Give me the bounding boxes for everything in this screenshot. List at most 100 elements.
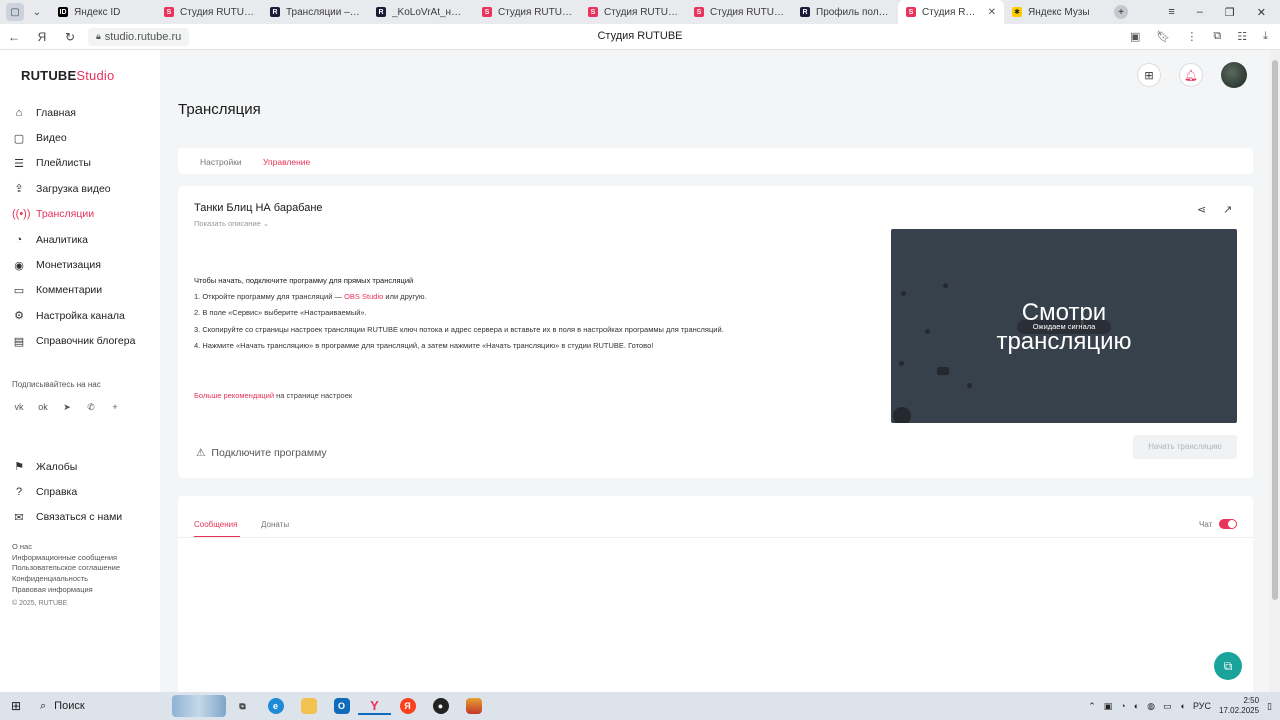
search-highlight-image[interactable] <box>172 695 226 717</box>
bookmark-icon[interactable]: 🔖︎ <box>1156 30 1170 43</box>
extensions-icon[interactable]: ⧉ <box>1213 30 1221 43</box>
show-description-toggle[interactable]: Показать описание ⌄ <box>194 219 269 228</box>
more-icon[interactable]: ⋮ <box>1186 30 1197 43</box>
ok-icon[interactable]: ok <box>36 400 50 414</box>
minimize-icon[interactable]: – <box>1197 6 1203 19</box>
flag-icon: ⚑ <box>14 461 24 474</box>
edge-icon[interactable]: e <box>259 698 292 714</box>
task-view-icon[interactable]: ⧉ <box>226 698 259 714</box>
restore-icon[interactable]: ❐ <box>1225 6 1235 19</box>
tray-app-icon[interactable]: ◔ <box>1120 701 1125 711</box>
clock[interactable]: 2:50 17.02.2025 <box>1219 696 1259 716</box>
browser-tab[interactable]: S Студия RUTUBE <box>686 0 792 24</box>
instruction-step-2: 2. В поле «Сервис» выберите «Настраиваем… <box>194 308 367 318</box>
tray-app-icon[interactable]: ▣ <box>1104 701 1113 712</box>
browser-tab[interactable]: ✱ Яндекс Музы <box>1004 0 1110 24</box>
game-icon[interactable] <box>457 698 490 714</box>
scrollbar-thumb[interactable] <box>1272 60 1278 600</box>
sidebar-item-help[interactable]: ? Справка <box>12 479 122 504</box>
close-tab-icon[interactable]: ✕ <box>988 7 996 18</box>
add-video-button[interactable]: ⊞ <box>1137 63 1161 87</box>
browser-tab[interactable]: R Трансляции – смо <box>262 0 368 24</box>
browser-tab[interactable]: S Студия RUTUBE <box>156 0 262 24</box>
tray-app-icon[interactable]: ◐ <box>1134 701 1139 711</box>
sidebar-item-flag[interactable]: ⚑ Жалобы <box>12 454 122 479</box>
viber-icon[interactable]: ✆ <box>84 400 98 414</box>
file-explorer-icon[interactable] <box>292 698 325 714</box>
download-icon[interactable]: ⤓ <box>1263 30 1268 43</box>
yandex-home-icon[interactable]: Я <box>28 30 56 44</box>
volume-icon[interactable]: ◖ <box>1180 701 1185 711</box>
avatar[interactable] <box>1221 62 1247 88</box>
notifications-button[interactable]: 🔔︎ <box>1179 63 1203 87</box>
footer-link[interactable]: Правовая информация <box>12 585 120 596</box>
sidebar-item-upload[interactable]: ⇪ Загрузка видео <box>12 176 135 201</box>
collections-icon[interactable]: ☷ <box>1237 30 1247 43</box>
tab-management[interactable]: Управление <box>263 157 310 167</box>
browser-tab[interactable]: R Профиль пользова <box>792 0 898 24</box>
yandex-icon[interactable]: Я <box>391 698 424 714</box>
windows-start-icon[interactable]: ⊞ <box>0 699 32 713</box>
more-recommendations-link[interactable]: Больше рекомендаций <box>194 391 274 400</box>
sidebar-item-comments[interactable]: ▭ Комментарии <box>12 278 135 303</box>
reload-icon[interactable]: ↻ <box>56 30 84 44</box>
footer-link[interactable]: Информационные сообщения <box>12 553 120 564</box>
rutube-studio-logo[interactable]: RUTUBEStudio <box>21 68 114 83</box>
telegram-icon[interactable]: ➤ <box>60 400 74 414</box>
browser-tab[interactable]: S Студия RUTUBE ✕ <box>898 0 1004 24</box>
page-scrollbar[interactable] <box>1270 50 1280 692</box>
sidebar-item-analytics[interactable]: ◔ Аналитика <box>12 227 135 252</box>
sidebar-item-playlist[interactable]: ☰ Плейлисты <box>12 151 135 176</box>
obs-icon[interactable]: ● <box>424 698 457 714</box>
open-external-icon[interactable]: ↗ <box>1223 203 1232 216</box>
obs-studio-link[interactable]: OBS Studio <box>344 292 383 301</box>
tab-list-icon[interactable]: ⌄ <box>28 3 46 21</box>
sidebar-item-monetization[interactable]: ◉ Монетизация <box>12 252 135 277</box>
footer-link[interactable]: Конфиденциальность <box>12 574 120 585</box>
chat-toggle[interactable] <box>1219 519 1237 529</box>
stream-preview-player[interactable]: Смотри трансляцию Ожидаем сигнала <box>891 229 1237 423</box>
start-stream-button[interactable]: Начать трансляцию <box>1133 435 1237 459</box>
yandex-browser-icon[interactable]: Y <box>358 697 391 715</box>
support-chat-button[interactable]: ⧉ <box>1214 652 1242 680</box>
browser-tab[interactable]: S Студия RUTUBE <box>474 0 580 24</box>
url-text: studio.rutube.ru <box>104 30 182 43</box>
browser-tab[interactable]: S Студия RUTUBE <box>580 0 686 24</box>
tab-messages[interactable]: Сообщения <box>194 520 237 529</box>
reader-icon[interactable]: ▣ <box>1130 30 1140 43</box>
sidebar-item-guide[interactable]: ▤ Справочник блогера <box>12 329 136 354</box>
tab-donations[interactable]: Донаты <box>261 520 289 529</box>
sidebar-item-broadcast[interactable]: ((•)) Трансляции <box>12 202 135 227</box>
instructions-heading: Чтобы начать, подключите программу для п… <box>194 276 414 285</box>
browser-tab-label: Студия RUTUBE <box>604 6 678 18</box>
outlook-icon[interactable]: O <box>325 698 358 714</box>
browser-tab-label: Трансляции – смо <box>286 6 360 18</box>
url-field[interactable]: 🔒︎ studio.rutube.ru <box>88 27 190 46</box>
network-icon[interactable]: ▭ <box>1163 701 1172 712</box>
sidebar-item-settings[interactable]: ⚙ Настройка канала <box>12 303 135 328</box>
tab-settings[interactable]: Настройки <box>200 157 242 167</box>
taskbar-search[interactable]: ⌕ Поиск <box>32 692 172 720</box>
back-icon[interactable]: ← <box>0 30 28 44</box>
footer-link[interactable]: Пользовательское соглашение <box>12 563 120 574</box>
tray-app-icon[interactable]: ◍ <box>1147 701 1155 712</box>
browser-tab[interactable]: R _KoLoVrAt_на RUT <box>368 0 474 24</box>
share-icon[interactable]: ⋖ <box>1197 203 1206 216</box>
menu-icon[interactable]: ≡ <box>1168 6 1174 19</box>
tray-chevron-icon[interactable]: ⌃ <box>1088 701 1096 712</box>
browser-tab[interactable]: ID Яндекс ID <box>50 0 156 24</box>
sidebar-item-video[interactable]: ▢ Видео <box>12 125 135 150</box>
tab-actions-icon[interactable]: ▢ <box>6 3 24 21</box>
tab-favicon-icon: S <box>588 7 598 17</box>
notification-center-icon[interactable]: ▯ <box>1267 701 1272 712</box>
vk-icon[interactable]: vk <box>12 400 26 414</box>
footer-link[interactable]: О нас <box>12 542 120 553</box>
more-icon[interactable]: + <box>108 400 122 414</box>
system-tray: ⌃ ▣ ◔ ◐ ◍ ▭ ◖ РУС 2:50 17.02.2025 ▯ <box>1088 696 1280 716</box>
sidebar-item-mail[interactable]: ✉ Связаться с нами <box>12 505 122 530</box>
chat-toggle-label: Чат <box>1199 520 1213 529</box>
new-tab-icon[interactable]: + <box>1114 5 1128 19</box>
close-window-icon[interactable]: ✕ <box>1257 6 1266 19</box>
keyboard-language[interactable]: РУС <box>1193 701 1211 711</box>
sidebar-item-home[interactable]: ⌂ Главная <box>12 100 135 125</box>
